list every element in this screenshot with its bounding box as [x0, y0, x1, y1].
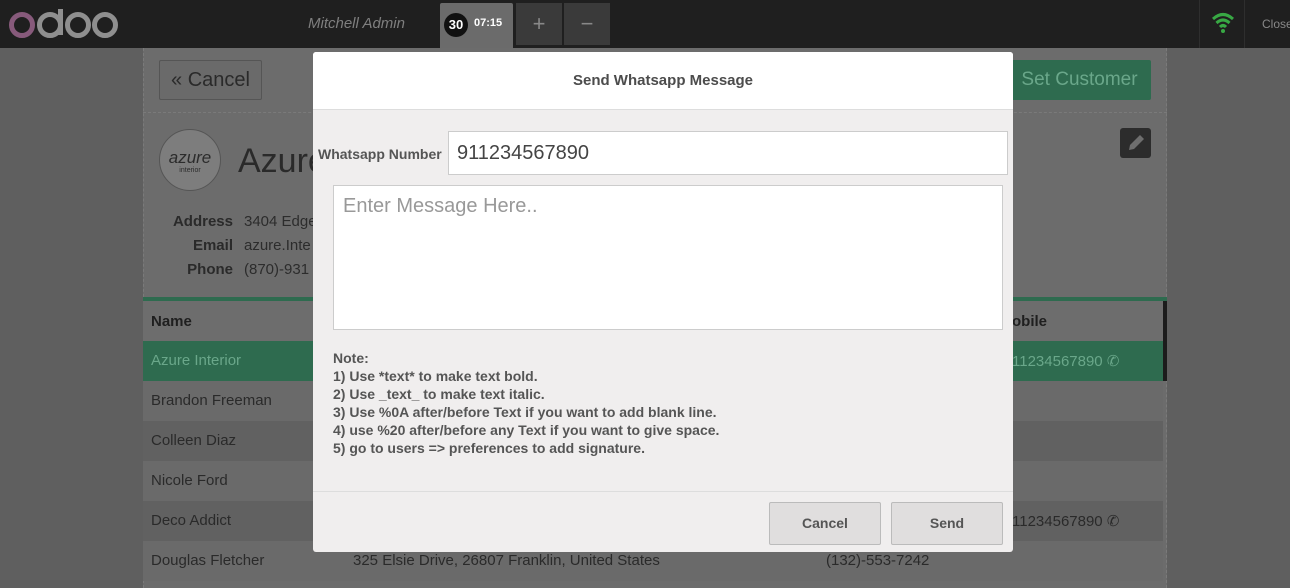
dialog-footer-divider — [313, 491, 1013, 492]
address-value: 3404 Edge — [244, 213, 317, 230]
note-line: 5) go to users => preferences to add sig… — [333, 440, 645, 456]
dialog-cancel-button[interactable]: Cancel — [769, 502, 881, 545]
scrollbar[interactable] — [1163, 301, 1167, 381]
message-input[interactable] — [333, 185, 1003, 330]
col-header-mobile: obile — [1012, 313, 1048, 330]
phone-label: Phone — [187, 261, 233, 278]
phone-value: (870)-931 — [244, 261, 310, 278]
row-address: 325 Elsie Drive, 26807 Franklin, United … — [353, 552, 660, 569]
wifi-icon — [1211, 13, 1235, 33]
note-title: Note: — [333, 350, 369, 366]
pencil-icon — [1129, 135, 1144, 150]
row-name: Colleen Diaz — [151, 432, 237, 449]
address-label: Address — [172, 213, 233, 230]
avatar-text: azure — [168, 148, 212, 167]
row-phone: (132)-553-7242 — [826, 552, 930, 569]
send-button[interactable]: Send — [891, 502, 1003, 545]
note-line: 3) Use %0A after/before Text if you want… — [333, 404, 717, 420]
whatsapp-number-input[interactable] — [448, 131, 1008, 175]
col-header-name: Name — [151, 313, 192, 330]
set-customer-button[interactable]: Set Customer — [1008, 60, 1151, 100]
order-time: 07:15 — [474, 17, 503, 29]
row-name: Brandon Freeman — [151, 392, 272, 409]
customer-avatar: azure interior — [159, 129, 221, 191]
row-name: Nicole Ford — [151, 472, 228, 489]
order-number-badge: 30 — [444, 13, 468, 37]
back-cancel-button[interactable]: « Cancel — [159, 60, 262, 100]
close-button[interactable]: Close — [1262, 17, 1290, 31]
whatsapp-number-label: Whatsapp Number — [318, 146, 442, 162]
note-line: 1) Use *text* to make text bold. — [333, 368, 538, 384]
cashier-name[interactable]: Mitchell Admin — [308, 15, 405, 32]
row-name: Deco Addict — [151, 512, 232, 529]
delete-order-button[interactable]: − — [564, 3, 610, 45]
dialog-title: Send Whatsapp Message — [313, 52, 1013, 110]
connection-status — [1199, 0, 1245, 48]
odoo-logo — [9, 9, 118, 38]
pos-topbar — [0, 0, 1290, 48]
edit-customer-button[interactable] — [1120, 128, 1151, 158]
email-label: Email — [192, 237, 233, 254]
note-line: 2) Use _text_ to make text italic. — [333, 386, 545, 402]
row-name: Douglas Fletcher — [151, 552, 265, 569]
whatsapp-dialog: Send Whatsapp Message Whatsapp Number No… — [313, 52, 1013, 552]
avatar-subtext: interior — [179, 167, 201, 174]
row-mobile: 11234567890 ✆ — [1012, 513, 1120, 530]
row-mobile: 11234567890 ✆ — [1012, 353, 1120, 370]
new-order-button[interactable]: + — [516, 3, 562, 45]
email-value: azure.Inte — [244, 237, 311, 254]
note-line: 4) use %20 after/before any Text if you … — [333, 422, 720, 438]
row-name: Azure Interior — [151, 352, 242, 369]
notes-block: Note: 1) Use *text* to make text bold. 2… — [333, 349, 719, 457]
